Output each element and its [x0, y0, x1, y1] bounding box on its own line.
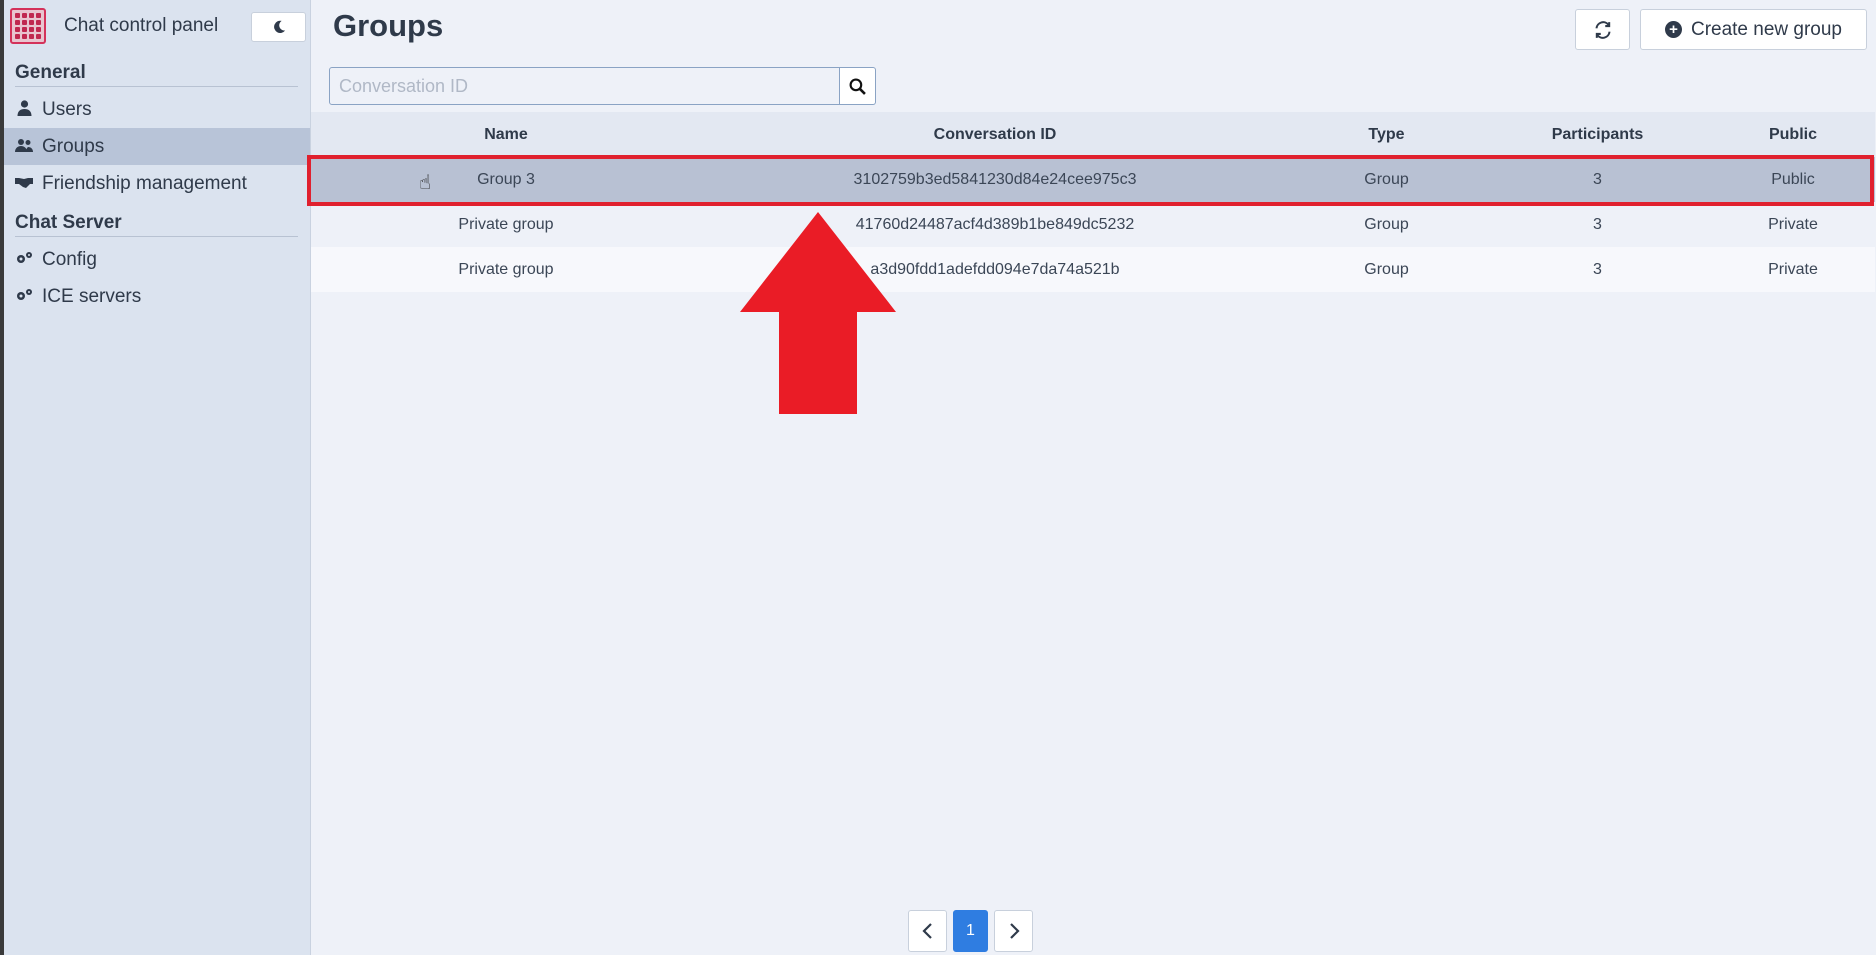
section-general: General [15, 62, 298, 87]
header-participants[interactable]: Participants [1484, 126, 1711, 144]
main-content: Groups + Create new group Name Conversat… [307, 0, 1876, 955]
cell-conversation-id: 3102759b3ed5841230d84e24cee975c3 [853, 170, 1137, 188]
sidebar-item-label: ICE servers [42, 285, 142, 307]
next-page-button[interactable] [994, 910, 1033, 952]
cell-name: Private group [458, 215, 554, 233]
plus-circle-icon: + [1664, 21, 1682, 38]
sidebar-item-ice-servers[interactable]: ICE servers [4, 278, 310, 315]
groups-table: Name Conversation ID Type Participants P… [311, 112, 1875, 292]
header-type[interactable]: Type [1289, 126, 1484, 144]
users-icon [15, 138, 33, 156]
cell-name: Group 3 [477, 170, 535, 188]
sidebar-item-groups[interactable]: Groups [4, 128, 310, 165]
header-name[interactable]: Name [311, 126, 701, 144]
table-row[interactable]: Private group a3d90fdd1adefdd094e7da74a5… [311, 247, 1875, 292]
sidebar-item-label: Users [42, 98, 92, 120]
search-button[interactable] [840, 67, 876, 105]
refresh-icon [1594, 20, 1611, 39]
cell-name: Private group [458, 260, 554, 278]
gears-icon [15, 251, 33, 269]
handshake-icon [15, 175, 33, 192]
create-group-button[interactable]: + Create new group [1640, 9, 1867, 50]
theme-toggle-button[interactable] [251, 12, 306, 42]
sidebar-item-label: Friendship management [42, 172, 247, 194]
pagination: 1 [908, 910, 1033, 952]
chevron-right-icon [1009, 923, 1020, 939]
chevron-left-icon [921, 923, 932, 939]
gears-icon [15, 288, 33, 306]
sidebar-item-friendship[interactable]: Friendship management [4, 165, 310, 202]
cell-type: Group [1364, 260, 1409, 278]
search-input[interactable] [329, 67, 840, 105]
cell-participants: 3 [1593, 260, 1602, 278]
page-title: Groups [333, 8, 444, 43]
cell-type: Group [1364, 170, 1409, 188]
sidebar-item-users[interactable]: Users [4, 91, 310, 128]
search-bar [329, 67, 876, 105]
cell-participants: 3 [1593, 170, 1602, 188]
cell-public: Private [1768, 215, 1818, 233]
sidebar-item-label: Config [42, 248, 97, 270]
header-public[interactable]: Public [1711, 126, 1875, 144]
logo-icon [10, 8, 46, 44]
sidebar-item-config[interactable]: Config [4, 241, 310, 278]
app-window: Chat control panel General Users Groups … [4, 0, 1876, 955]
app-title: Chat control panel [64, 15, 219, 36]
cell-type: Group [1364, 215, 1409, 233]
table-header: Name Conversation ID Type Participants P… [311, 112, 1875, 157]
table-row[interactable]: Group 3 3102759b3ed5841230d84e24cee975c3… [311, 157, 1875, 202]
refresh-button[interactable] [1575, 9, 1630, 50]
header-conversation-id[interactable]: Conversation ID [701, 126, 1289, 144]
section-chat-server: Chat Server [15, 212, 298, 237]
sidebar-item-label: Groups [42, 135, 105, 157]
cell-participants: 3 [1593, 215, 1602, 233]
cell-public: Public [1771, 170, 1815, 188]
brand: Chat control panel [4, 0, 310, 52]
user-icon [15, 99, 33, 120]
prev-page-button[interactable] [908, 910, 947, 952]
moon-icon [273, 20, 285, 33]
red-arrow-annotation [740, 212, 896, 414]
search-icon [849, 78, 866, 95]
sidebar: Chat control panel General Users Groups … [4, 0, 311, 955]
hand-cursor-icon: ☝ [419, 172, 432, 194]
cell-public: Private [1768, 260, 1818, 278]
page-button-current[interactable]: 1 [953, 910, 988, 952]
table-row[interactable]: Private group 41760d24487acf4d389b1be849… [311, 202, 1875, 247]
create-group-label: Create new group [1690, 18, 1843, 40]
